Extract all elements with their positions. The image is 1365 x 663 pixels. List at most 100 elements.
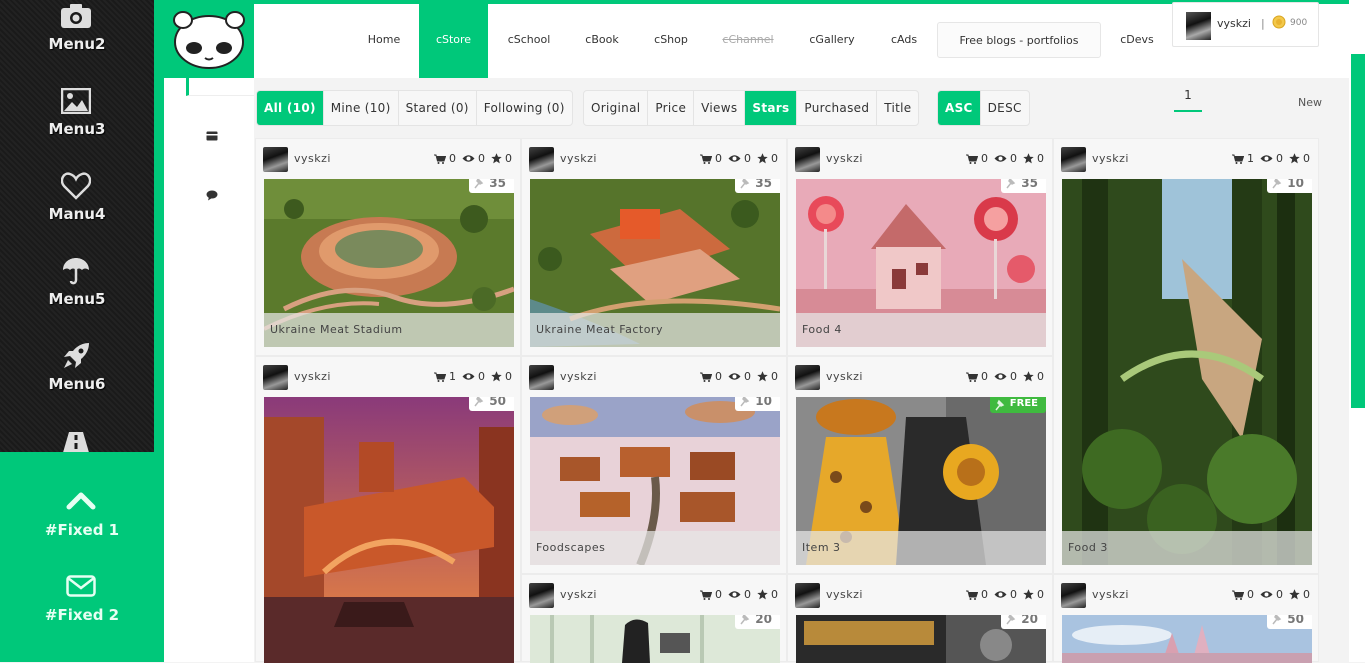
sidebar-item-menu4[interactable]: Manu4 (0, 170, 154, 255)
sidebar-item-menu6[interactable]: Menu6 (0, 340, 154, 425)
card-icon[interactable] (206, 126, 220, 141)
store-item-card[interactable]: vyskzi 0 0 0 Foodscapes 10 (521, 356, 787, 574)
sort-stars-button[interactable]: Stars (745, 91, 798, 125)
store-grid: vyskzi 0 0 0 Ukraine Meat Stadium 35 vys… (255, 138, 1319, 663)
item-stats: 0 0 0 (434, 152, 512, 165)
price-tag: 50 (469, 397, 514, 411)
sidebar-item-label: Menu5 (48, 290, 106, 308)
cart-icon (966, 154, 978, 164)
price-tag: 50 (1267, 615, 1312, 629)
item-thumbnail[interactable]: Foodscapes 10 (530, 397, 780, 565)
store-item-card[interactable]: vyskzi 1 0 0 50 (255, 356, 521, 663)
store-item-card[interactable]: vyskzi 0 0 0 Item 3 FREE (787, 356, 1053, 574)
view-count: 0 (744, 588, 751, 601)
new-link[interactable]: New (1298, 96, 1322, 109)
item-thumbnail[interactable]: Ukraine Meat Factory 35 (530, 179, 780, 347)
star-icon (757, 589, 768, 600)
store-item-card[interactable]: vyskzi 0 0 0 50 (1053, 574, 1319, 663)
avatar (795, 583, 820, 608)
page-number[interactable]: 1 (1174, 88, 1202, 102)
sidebar-item-menu5[interactable]: Menu5 (0, 255, 154, 340)
cart-count: 1 (1247, 152, 1254, 165)
item-thumbnail[interactable]: Food 4 35 (796, 179, 1046, 347)
cart-count: 0 (981, 152, 988, 165)
sidebar-item-menu3[interactable]: Menu3 (0, 85, 154, 170)
author-name[interactable]: vyskzi (826, 152, 863, 165)
sort-price-button[interactable]: Price (648, 91, 695, 125)
sidebar-item-menu2[interactable]: Menu2 (0, 0, 154, 85)
author-name[interactable]: vyskzi (826, 370, 863, 383)
author-name[interactable]: vyskzi (560, 370, 597, 383)
cart-count: 0 (981, 370, 988, 383)
star-count: 0 (1303, 152, 1310, 165)
item-thumbnail[interactable]: Food 3 10 (1062, 179, 1312, 565)
nav-free-blogs[interactable]: Free blogs - portfolios (937, 22, 1101, 58)
store-item-card[interactable]: vyskzi 0 0 0 Ukraine Meat Stadium 35 (255, 138, 521, 356)
item-thumbnail[interactable]: 20 (796, 615, 1046, 663)
sort-title-button[interactable]: Title (877, 91, 918, 125)
filter-following-button[interactable]: Following (0) (477, 91, 572, 125)
star-icon (1023, 589, 1034, 600)
sort-original-button[interactable]: Original (584, 91, 649, 125)
filter-all-button[interactable]: All (10) (257, 91, 324, 125)
scrollbar-thumb[interactable] (1351, 54, 1365, 408)
envelope-icon (66, 575, 96, 601)
store-item-card[interactable]: vyskzi 0 0 0 Food 4 35 (787, 138, 1053, 356)
avatar (795, 147, 820, 172)
store-item-card[interactable]: vyskzi 0 0 0 Ukraine Meat Factory 35 (521, 138, 787, 356)
item-thumbnail[interactable]: 50 (1062, 615, 1312, 663)
comment-icon[interactable] (206, 186, 220, 201)
order-group: ASC DESC (937, 90, 1030, 126)
cart-count: 0 (449, 152, 456, 165)
cart-count: 0 (1247, 588, 1254, 601)
sort-views-button[interactable]: Views (694, 91, 746, 125)
site-logo[interactable] (164, 0, 254, 78)
star-count: 0 (1037, 370, 1044, 383)
nav-cdevs[interactable]: cDevs (1114, 4, 1160, 78)
price-tag: 10 (1267, 179, 1312, 193)
card-header: vyskzi 0 0 0 (1054, 575, 1318, 615)
item-stats: 0 0 0 (966, 588, 1044, 601)
price-tag: 35 (469, 179, 514, 193)
item-thumbnail[interactable]: Item 3 FREE (796, 397, 1046, 565)
sort-purchased-button[interactable]: Purchased (797, 91, 878, 125)
item-thumbnail[interactable]: 50 (264, 397, 514, 663)
sidebar-item-road[interactable] (0, 425, 154, 452)
author-name[interactable]: vyskzi (294, 370, 331, 383)
cart-icon (434, 372, 446, 382)
filter-mine-button[interactable]: Mine (10) (324, 91, 399, 125)
item-caption: Ukraine Meat Factory (530, 313, 780, 347)
nav-cads[interactable]: cAds (884, 4, 924, 78)
store-item-card[interactable]: vyskzi 1 0 0 Food 3 10 (1053, 138, 1319, 574)
card-header: vyskzi 1 0 0 (1054, 139, 1318, 179)
author-name[interactable]: vyskzi (560, 588, 597, 601)
nav-home[interactable]: Home (362, 4, 406, 78)
coin-icon (1272, 14, 1286, 33)
avatar (529, 365, 554, 390)
author-name[interactable]: vyskzi (1092, 152, 1129, 165)
order-asc-button[interactable]: ASC (938, 91, 981, 125)
item-thumbnail[interactable]: Ukraine Meat Stadium 35 (264, 179, 514, 347)
nav-cstore[interactable]: cStore (419, 4, 488, 78)
price-value: 35 (489, 179, 506, 190)
avatar (263, 147, 288, 172)
store-item-card[interactable]: vyskzi 0 0 0 20 (521, 574, 787, 663)
nav-cshop[interactable]: cShop (645, 4, 697, 78)
nav-cschool[interactable]: cSchool (500, 4, 558, 78)
item-thumbnail[interactable]: 20 (530, 615, 780, 663)
nav-cchannel[interactable]: cChannel (716, 4, 780, 78)
filter-stared-button[interactable]: Stared (0) (399, 91, 477, 125)
user-account-box[interactable]: vyskzi | 900 (1172, 2, 1319, 47)
store-item-card[interactable]: vyskzi 0 0 0 20 (787, 574, 1053, 663)
nav-cgallery[interactable]: cGallery (800, 4, 864, 78)
author-name[interactable]: vyskzi (826, 588, 863, 601)
view-count: 0 (1276, 588, 1283, 601)
author-name[interactable]: vyskzi (1092, 588, 1129, 601)
card-header: vyskzi 0 0 0 (788, 139, 1052, 179)
order-desc-button[interactable]: DESC (981, 91, 1029, 125)
star-count: 0 (771, 152, 778, 165)
author-name[interactable]: vyskzi (560, 152, 597, 165)
star-icon (1023, 371, 1034, 382)
nav-cbook[interactable]: cBook (578, 4, 626, 78)
author-name[interactable]: vyskzi (294, 152, 331, 165)
